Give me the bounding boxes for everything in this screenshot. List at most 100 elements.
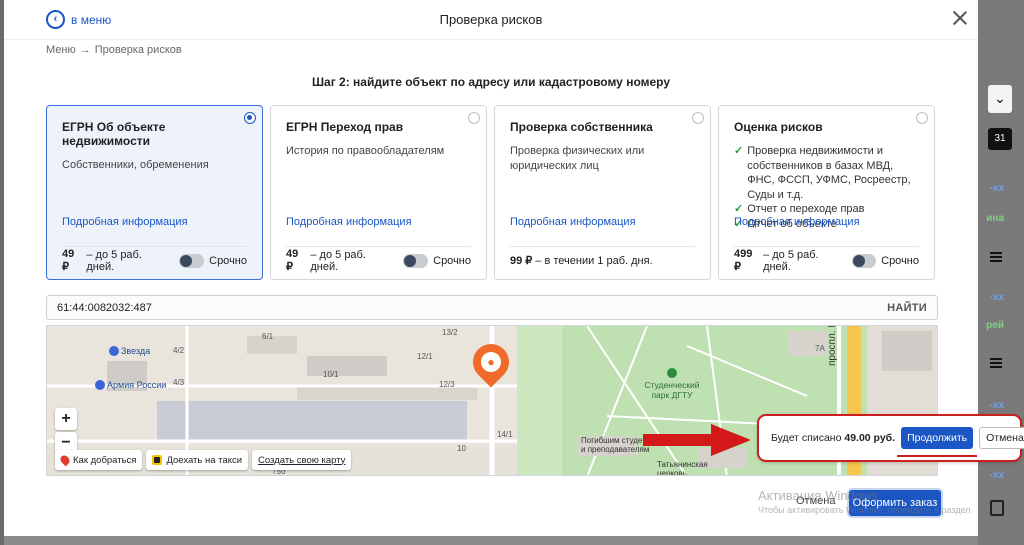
breadcrumb-arrow-icon: → — [79, 44, 91, 56]
checkmark-icon: ✓ — [734, 145, 744, 157]
charge-text: Будет списано 49.00 руб. — [771, 432, 896, 444]
urgent-toggle[interactable] — [179, 253, 205, 268]
charge-amount: 49.00 руб. — [844, 432, 896, 444]
card-price: 49 ₽ — [62, 248, 75, 273]
location-pin-icon — [58, 453, 72, 467]
card-description: Собственники, обременения — [62, 159, 209, 171]
checkmark-icon: ✓ — [734, 203, 744, 215]
card-price: 49 ₽ — [286, 248, 299, 273]
card-radio[interactable] — [468, 112, 480, 124]
urgent-label: Срочно — [433, 254, 471, 267]
card-term: – в течении 1 раб. дня. — [535, 254, 653, 267]
card-price: 99 ₽ — [510, 255, 533, 267]
card-term: – до 5 раб. дней. — [763, 248, 819, 273]
create-map-link[interactable]: Создать свою карту — [252, 450, 352, 470]
urgent-label: Срочно — [881, 254, 919, 267]
list-item-text: Проверка недвижимости и собственников в … — [747, 145, 911, 201]
breadcrumb-root[interactable]: Меню — [46, 44, 76, 56]
card-details-link[interactable]: Подробная информация — [286, 216, 412, 228]
red-underline-annotation — [897, 455, 978, 457]
card-title: ЕГРН Об объекте недвижимости — [62, 120, 166, 148]
background-page-strip: ⌄ 31 -xx ина -xx рей -xx -xx — [978, 0, 1024, 545]
map-street-name: проспл. Михай — [827, 325, 838, 366]
map-church-label: Татьянинская церковь — [657, 460, 708, 476]
card-price-row: 99 ₽ – в течении 1 раб. дня. — [510, 246, 695, 274]
map-actions: Как добраться Доехать на такси Создать с… — [55, 450, 352, 470]
background-tag: -xx — [989, 183, 1004, 194]
card-owner-check[interactable]: Проверка собственника Проверка физически… — [494, 105, 711, 280]
taxi-icon — [152, 455, 163, 465]
place-order-button[interactable]: Оформить заказ — [849, 490, 941, 516]
background-dropdown: ⌄ — [988, 85, 1012, 113]
map-house-number: 12/1 — [417, 352, 433, 361]
map-house-number: 14/1 — [497, 430, 513, 439]
background-tag: -xx — [989, 292, 1004, 303]
card-details-link[interactable]: Подробная информация — [734, 216, 860, 228]
urgent-toggle[interactable] — [852, 253, 877, 268]
map-house-number: 12/3 — [439, 380, 455, 389]
map-house-number: 10/1 — [323, 370, 339, 379]
card-egrn-object[interactable]: ЕГРН Об объекте недвижимости Собственник… — [46, 105, 263, 280]
zoom-in-button[interactable]: + — [55, 408, 77, 430]
background-tag: -xx — [989, 400, 1004, 411]
background-tag: рей — [986, 320, 1004, 331]
modal-header: ‹ в меню Проверка рисков — [4, 0, 978, 40]
card-price-row: 49 ₽ – до 5 раб. дней. Срочно — [286, 246, 471, 274]
modal-title: Проверка рисков — [439, 12, 543, 27]
map-house-number: 13/2 — [442, 328, 458, 337]
footer-cancel-button[interactable]: Отмена — [796, 495, 835, 507]
list-item: ✓ Отчет о переходе прав — [734, 202, 919, 217]
close-icon[interactable] — [950, 8, 970, 28]
charge-confirmation-popover: Будет списано 49.00 руб. Продолжить Отме… — [757, 414, 1024, 462]
map-house-number: 4/2 — [173, 346, 185, 355]
background-menu-icon — [990, 358, 1002, 368]
continue-button[interactable]: Продолжить — [897, 427, 978, 457]
card-radio[interactable] — [916, 112, 928, 124]
map-poi-park[interactable]: Студенческий парк ДГТУ — [637, 368, 707, 400]
card-term: – до 5 раб. дней. — [86, 248, 142, 273]
card-term: – до 5 раб. дней. — [310, 248, 366, 273]
risk-check-modal: ‹ в меню Проверка рисков Меню → Проверка… — [4, 0, 978, 545]
background-page-bottom — [4, 536, 978, 545]
card-price-row: 499 ₽ – до 5 раб. дней. Срочно — [734, 246, 919, 274]
card-title: Проверка собственника — [510, 120, 653, 134]
list-item: ✓ Проверка недвижимости и собственников в… — [734, 144, 919, 202]
card-egrn-transfer[interactable]: ЕГРН Переход прав История по правооблада… — [270, 105, 487, 280]
map-house-number: 6/1 — [262, 332, 274, 341]
red-arrow-annotation-icon — [643, 424, 751, 456]
card-details-link[interactable]: Подробная информация — [62, 216, 188, 228]
card-title: ЕГРН Переход прав — [286, 120, 404, 134]
search-button[interactable]: НАЙТИ — [877, 302, 937, 314]
list-item-text: Отчет о переходе прав — [747, 203, 865, 215]
card-title: Оценка рисков — [734, 120, 823, 134]
map-house-number: 10 — [457, 444, 466, 453]
confirm-cancel-button[interactable]: Отмена — [979, 427, 1024, 449]
map-poi-star[interactable]: Звезда — [109, 346, 150, 356]
card-risk-assessment[interactable]: Оценка рисков ✓ Проверка недвижимости и с… — [718, 105, 935, 280]
card-details-link[interactable]: Подробная информация — [510, 216, 636, 228]
urgent-label: Срочно — [209, 254, 247, 267]
background-menu-icon — [990, 252, 1002, 262]
breadcrumb: Меню → Проверка рисков — [46, 44, 182, 56]
cadastral-search-bar: НАЙТИ — [46, 295, 938, 320]
step-title: Шаг 2: найдите объект по адресу или када… — [311, 75, 671, 89]
map-house-number: 7А — [815, 344, 825, 353]
map-poi-army[interactable]: Армия России — [95, 380, 166, 390]
card-radio[interactable] — [692, 112, 704, 124]
route-button[interactable]: Как добраться — [55, 450, 143, 470]
breadcrumb-current: Проверка рисков — [94, 44, 182, 56]
card-price-row: 49 ₽ – до 5 раб. дней. Срочно — [62, 246, 247, 274]
background-badge: 31 — [988, 128, 1012, 150]
taxi-button[interactable]: Доехать на такси — [146, 450, 249, 470]
background-tag: -xx — [989, 470, 1004, 481]
urgent-toggle[interactable] — [403, 253, 429, 268]
document-icon — [990, 500, 1004, 516]
owl-pin-icon: ● — [481, 352, 501, 372]
map-house-number: 4/3 — [173, 378, 185, 387]
cadastral-number-input[interactable] — [47, 296, 878, 319]
product-cards: ЕГРН Об объекте недвижимости Собственник… — [46, 105, 935, 280]
background-tag: ина — [986, 213, 1004, 224]
card-radio-selected[interactable] — [244, 112, 256, 124]
card-description: Проверка физических или юридических лиц — [510, 145, 645, 172]
card-description: История по правообладателям — [286, 145, 445, 157]
